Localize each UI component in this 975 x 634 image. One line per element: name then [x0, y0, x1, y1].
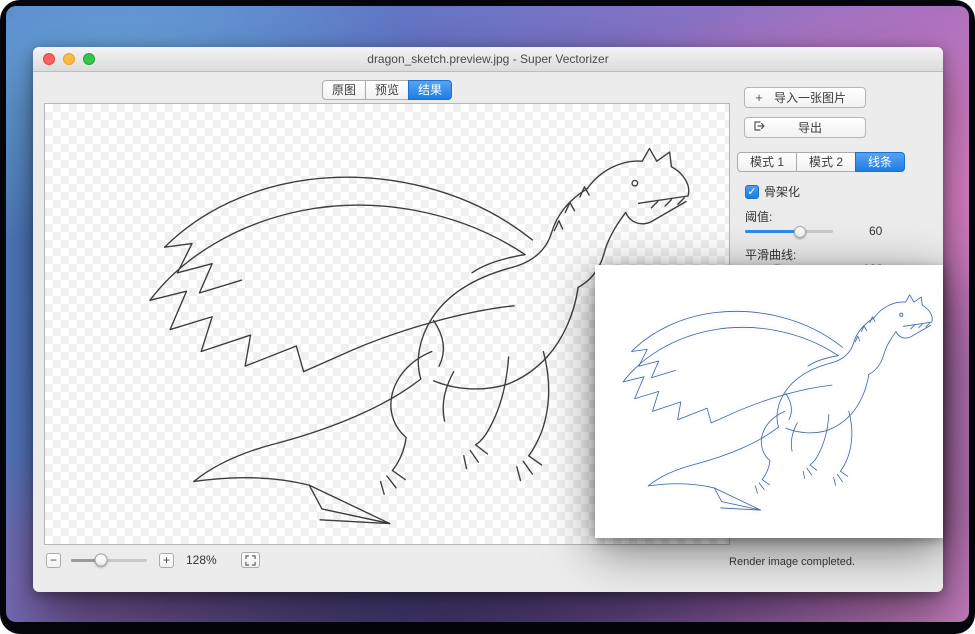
fit-to-screen-button[interactable] — [241, 552, 260, 568]
tab-result[interactable]: 结果 — [408, 80, 452, 100]
threshold-slider-fill — [745, 230, 800, 233]
title-bar: dragon_sketch.preview.jpg - Super Vector… — [33, 47, 943, 72]
threshold-label: 阈值: — [745, 208, 772, 225]
threshold-slider-thumb[interactable] — [794, 226, 806, 238]
zoom-in-button[interactable]: + — [159, 553, 174, 568]
import-image-button[interactable]: + 导入一张图片 — [744, 87, 866, 108]
fit-screen-icon — [245, 555, 256, 566]
plus-icon: + — [163, 553, 170, 567]
mode-2-segment[interactable]: 模式 2 — [796, 152, 856, 172]
window-title: dragon_sketch.preview.jpg - Super Vector… — [33, 47, 943, 71]
lines-segment[interactable]: 线条 — [855, 152, 905, 172]
check-icon: ✓ — [747, 186, 756, 198]
zoom-out-button[interactable]: − — [46, 553, 61, 568]
zoom-slider-thumb[interactable] — [95, 554, 108, 567]
zoom-controls: − + 128% — [46, 552, 260, 568]
minus-icon: − — [50, 553, 57, 567]
status-bar: − + 128% Render image completed. — [33, 545, 943, 592]
threshold-value: 60 — [869, 224, 882, 238]
mode-1-segment[interactable]: 模式 1 — [737, 152, 797, 172]
export-button-label: 导出 — [773, 119, 865, 136]
zoom-slider[interactable] — [71, 559, 147, 562]
view-tabs: 原图 预览 结果 — [322, 80, 452, 100]
export-icon — [745, 120, 773, 135]
render-status-text: Render image completed. — [729, 556, 855, 568]
skeletonize-checkbox[interactable]: ✓ — [745, 185, 759, 199]
plus-icon: + — [745, 90, 773, 105]
original-sketch-preview — [595, 265, 943, 538]
threshold-slider[interactable] — [745, 230, 833, 233]
skeletonize-label: 骨架化 — [764, 183, 800, 200]
tab-original[interactable]: 原图 — [322, 80, 366, 100]
export-button[interactable]: 导出 — [744, 117, 866, 138]
zoom-level: 128% — [186, 553, 217, 567]
tab-preview[interactable]: 预览 — [365, 80, 409, 100]
skeletonize-option: ✓ 骨架化 — [745, 183, 800, 200]
mode-tabs: 模式 1 模式 2 线条 — [737, 152, 905, 172]
import-button-label: 导入一张图片 — [773, 89, 865, 106]
original-dragon-sketch — [601, 273, 937, 535]
smooth-curve-label: 平滑曲线: — [745, 246, 796, 263]
